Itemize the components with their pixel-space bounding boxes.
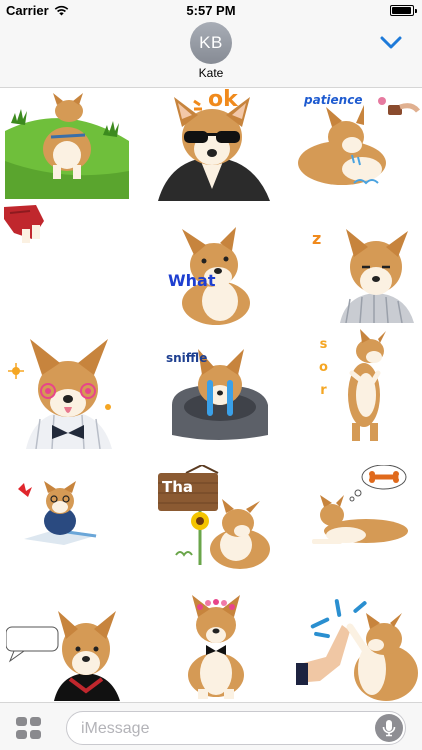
sticker-red-partial[interactable] [0,203,60,253]
avatar[interactable]: KB [190,22,232,64]
sticker-grid: ok patience What z sniffle sor Tha [0,87,422,701]
sticker-caption-patience: patience [304,93,363,107]
sticker-corgi-sniffle[interactable]: sniffle [164,345,272,441]
sticker-caption-sor: sor [316,337,331,406]
sticker-corgi-high-five[interactable] [296,595,418,701]
sticker-caption-z: z [312,229,322,248]
status-bar: Carrier 5:57 PM [0,0,422,20]
contact-name[interactable]: Kate [0,66,422,80]
microphone-icon[interactable] [375,714,403,742]
battery-icon [390,5,417,16]
app-drawer-icon[interactable] [16,717,42,739]
sticker-caption-tha: Tha [162,478,194,496]
sticker-corgi-ok[interactable]: ok [150,87,274,201]
message-input[interactable]: iMessage [66,711,406,745]
chevron-down-icon[interactable] [380,36,402,50]
imessage-sticker-screen: Carrier 5:57 PM KB Kate ok patience What… [0,0,422,750]
sticker-corgi-thanks-sign[interactable]: Tha [156,463,274,575]
message-placeholder: iMessage [81,720,150,737]
sticker-corgi-standing[interactable]: sor [312,329,418,445]
message-input-bar: iMessage [0,702,422,750]
sticker-caption-sniffle: sniffle [166,351,208,365]
sticker-corgi-reading[interactable] [14,481,104,547]
sticker-corgi-sleepy[interactable]: z [306,225,418,324]
clock: 5:57 PM [186,3,236,18]
sticker-corgi-bowtie-cheeks[interactable] [6,333,118,450]
sticker-caption-ok: ok [208,87,238,112]
sticker-corgi-flower-crown[interactable] [166,595,266,701]
sticker-corgi-what[interactable]: What [162,227,272,325]
conversation-header: KB Kate [0,20,422,88]
sticker-corgi-grass[interactable] [5,91,129,199]
sticker-corgi-patience[interactable]: patience [296,93,420,201]
sticker-corgi-dreaming-bone[interactable] [306,464,414,551]
sticker-caption-what: What [168,271,216,290]
sticker-corgi-speech-bubble[interactable] [5,605,124,701]
